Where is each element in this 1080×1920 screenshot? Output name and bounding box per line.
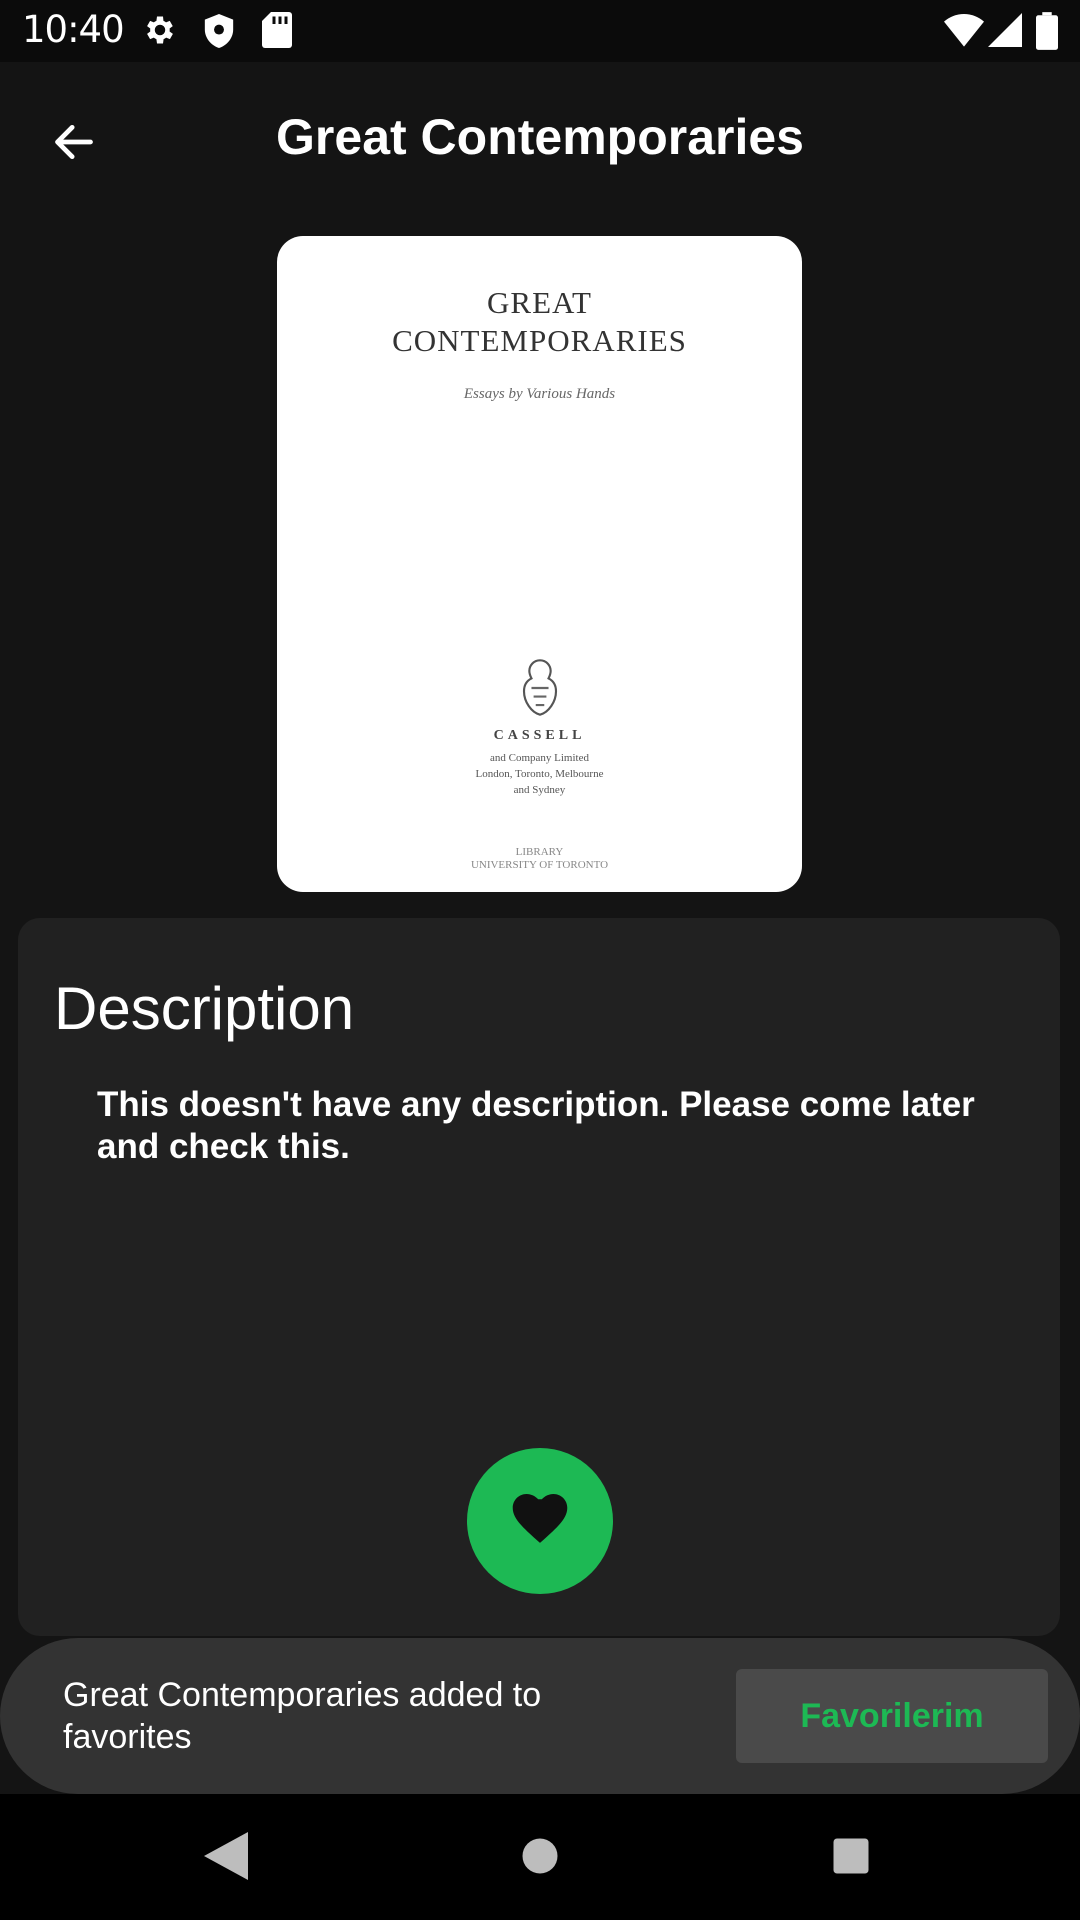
heart-icon bbox=[512, 1493, 568, 1549]
shield-icon bbox=[202, 12, 236, 55]
battery-icon bbox=[1036, 12, 1058, 55]
description-heading: Description bbox=[54, 975, 355, 1042]
recents-square-icon[interactable] bbox=[830, 1832, 872, 1885]
description-card: Description This doesn't have any descri… bbox=[18, 918, 1060, 1636]
cover-library-stamp: LIBRARY UNIVERSITY OF TORONTO bbox=[470, 846, 609, 871]
cover-publisher: CASSELL bbox=[493, 728, 586, 743]
cover-publisher-info: and Company Limited London, Toronto, Mel… bbox=[475, 752, 604, 796]
book-cover-image: GREAT CONTEMPORARIES Essays by Various H… bbox=[277, 236, 802, 892]
gear-icon bbox=[142, 12, 178, 53]
home-circle-icon[interactable] bbox=[519, 1832, 561, 1885]
app-bar: Great Contemporaries bbox=[0, 62, 1080, 212]
wifi-icon bbox=[944, 12, 984, 53]
signal-icon bbox=[988, 12, 1022, 53]
sd-card-icon bbox=[262, 12, 292, 53]
publisher-emblem-icon bbox=[495, 656, 585, 725]
cover-subtitle: Essays by Various Hands bbox=[463, 386, 616, 402]
status-time: 10:40 bbox=[22, 8, 125, 51]
page-title: Great Contemporaries bbox=[276, 109, 804, 165]
snackbar: Great Contemporaries added to favorites … bbox=[0, 1638, 1080, 1794]
favorites-action-button[interactable]: Favorilerim bbox=[736, 1669, 1048, 1763]
cover-title: GREAT CONTEMPORARIES bbox=[392, 285, 687, 358]
status-bar: 10:40 bbox=[0, 0, 1080, 62]
back-triangle-icon[interactable] bbox=[204, 1832, 248, 1885]
navigation-bar bbox=[0, 1794, 1080, 1920]
snackbar-message: Great Contemporaries added to favorites bbox=[63, 1676, 542, 1756]
description-text: This doesn't have any description. Pleas… bbox=[97, 1085, 975, 1166]
favorite-button[interactable] bbox=[467, 1448, 613, 1594]
